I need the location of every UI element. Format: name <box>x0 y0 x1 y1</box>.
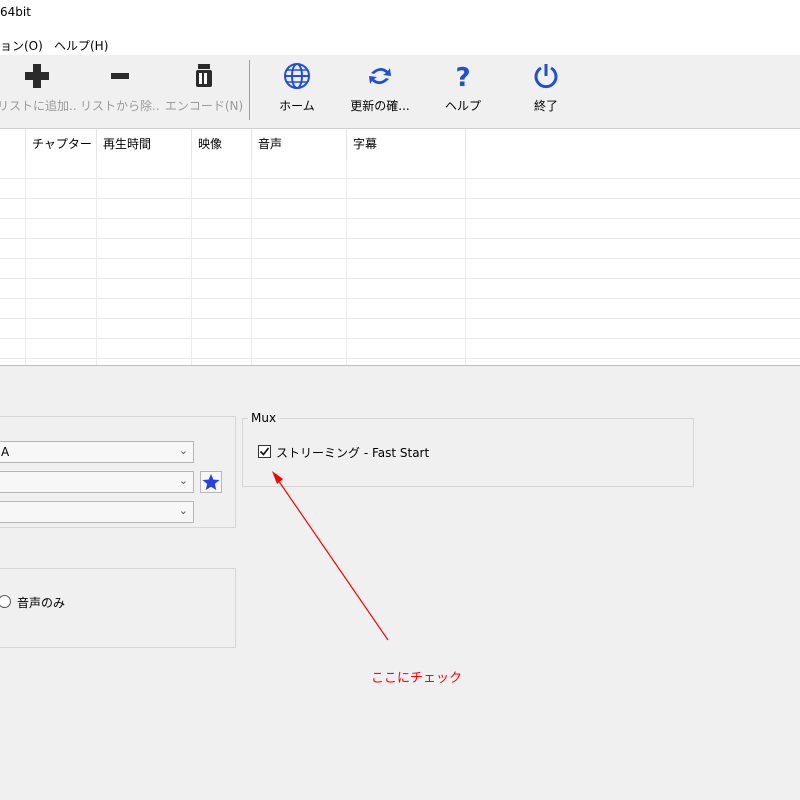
annotation-text: ここにチェック <box>371 671 463 686</box>
